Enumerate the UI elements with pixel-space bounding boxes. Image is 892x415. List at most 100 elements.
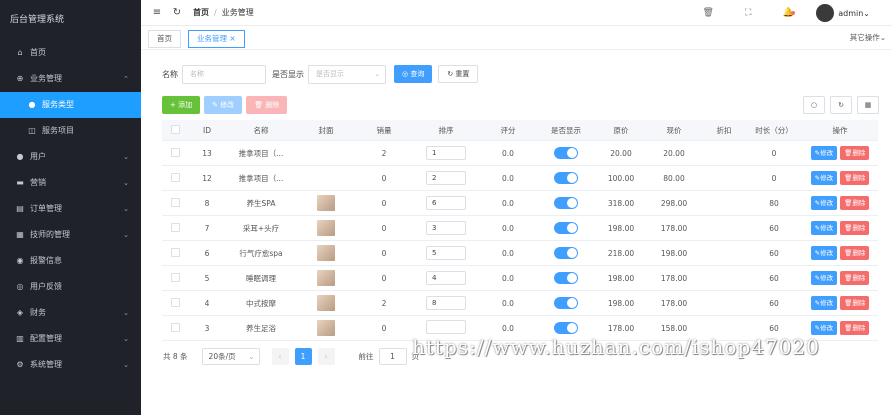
trash-icon[interactable]: 🗑 [688, 8, 728, 18]
sidebar-item-3[interactable]: ◫ 服务项目 [0, 118, 141, 144]
menu-toggle-icon[interactable]: ≡ [147, 7, 167, 18]
sidebar-item-label: 首页 [30, 48, 46, 57]
row-checkbox[interactable] [170, 147, 180, 157]
fullscreen-icon[interactable]: ⛶ [728, 8, 768, 18]
row-edit-button[interactable]: ✎修改 [810, 321, 838, 335]
ticket-icon: ▬ [16, 178, 24, 187]
cell-duration: 80 [769, 198, 779, 208]
tab-business[interactable]: 业务管理 × [188, 29, 245, 48]
edit-button[interactable]: ✎ 修改 [204, 96, 243, 114]
sidebar-item-12[interactable]: ⚙ 系统管理 ⌄ [0, 352, 141, 378]
sort-input[interactable]: 4 [426, 271, 466, 285]
row-delete-button[interactable]: 🗑删除 [840, 146, 870, 160]
sidebar-item-7[interactable]: ▦ 技师的管理 ⌄ [0, 222, 141, 248]
page-size-select[interactable]: 20条/页 ⌄ [201, 347, 260, 365]
row-edit-button[interactable]: ✎修改 [810, 296, 838, 310]
row-checkbox-cell[interactable] [162, 172, 188, 184]
search-toggle-icon[interactable]: ○ [803, 96, 825, 114]
row-edit-button[interactable]: ✎修改 [810, 146, 838, 160]
row-checkbox-cell[interactable] [162, 272, 188, 284]
sort-input[interactable]: 6 [426, 196, 466, 210]
row-edit-button[interactable]: ✎修改 [810, 271, 838, 285]
refresh-table-icon[interactable]: ↻ [830, 96, 852, 114]
columns-icon[interactable]: ▦ [857, 96, 879, 114]
close-icon[interactable]: × [229, 34, 235, 43]
sort-input[interactable] [426, 320, 466, 334]
avatar[interactable] [816, 4, 835, 22]
row-delete-button[interactable]: 🗑删除 [840, 171, 870, 185]
row-checkbox-cell[interactable] [162, 147, 188, 159]
row-checkbox[interactable] [170, 247, 180, 257]
row-checkbox-cell[interactable] [162, 247, 188, 259]
row-checkbox[interactable] [170, 222, 180, 232]
sidebar-item-2[interactable]: ● 服务类型 [0, 92, 141, 118]
add-button[interactable]: + 添加 [162, 96, 201, 114]
row-delete-button[interactable]: 🗑删除 [840, 246, 870, 260]
name-input[interactable]: 名称 [182, 64, 266, 84]
row-checkbox[interactable] [170, 172, 180, 182]
row-checkbox[interactable] [170, 297, 180, 307]
cell-name: 养生SPA [246, 198, 276, 208]
show-toggle[interactable] [554, 297, 578, 309]
show-toggle[interactable] [554, 172, 578, 184]
sidebar-item-8[interactable]: ◉ 报警信息 [0, 248, 141, 274]
show-toggle[interactable] [554, 197, 578, 209]
page-number-current[interactable]: 1 [294, 347, 312, 365]
cell-id: 5 [204, 273, 210, 283]
header-checkbox-cell[interactable] [162, 124, 188, 136]
breadcrumb-home[interactable]: 首页 [193, 8, 209, 17]
show-select[interactable]: 是否显示 ⌄ [308, 64, 386, 84]
next-page-button[interactable]: › [317, 347, 335, 365]
sidebar-item-0[interactable]: ⌂ 首页 [0, 40, 141, 66]
row-delete-button[interactable]: 🗑删除 [840, 271, 870, 285]
row-checkbox[interactable] [170, 322, 180, 332]
show-toggle[interactable] [554, 272, 578, 284]
refresh-icon[interactable]: ↻ [167, 7, 187, 18]
cell-sales: 0 [381, 273, 387, 283]
search-button[interactable]: ◎ 查询 [394, 65, 433, 83]
user-menu[interactable]: admin⌄ [838, 9, 870, 18]
row-edit-button[interactable]: ✎修改 [810, 171, 838, 185]
row-edit-button[interactable]: ✎修改 [810, 221, 838, 235]
row-delete-button[interactable]: 🗑删除 [840, 221, 870, 235]
sort-input[interactable]: 3 [426, 221, 466, 235]
sort-input[interactable]: 5 [426, 246, 466, 260]
goto-page-input[interactable]: 1 [378, 347, 407, 365]
cell-sort: 5 [412, 246, 480, 260]
delete-button[interactable]: 🗑 删除 [246, 96, 288, 114]
show-toggle[interactable] [554, 247, 578, 259]
row-delete-button[interactable]: 🗑删除 [840, 296, 870, 310]
tab-home[interactable]: 首页 [148, 29, 181, 48]
sidebar-item-4[interactable]: ● 用户 ⌄ [0, 144, 141, 170]
sort-input[interactable]: 8 [426, 296, 466, 310]
select-all-checkbox[interactable] [170, 124, 180, 134]
show-toggle[interactable] [554, 322, 578, 334]
prev-page-button[interactable]: ‹ [271, 347, 289, 365]
location-icon: ◉ [16, 256, 24, 265]
row-edit-button[interactable]: ✎修改 [810, 196, 838, 210]
other-operations[interactable]: 其它操作⌄ [850, 32, 886, 43]
row-checkbox-cell[interactable] [162, 197, 188, 209]
sidebar-item-9[interactable]: ◎ 用户反馈 [0, 274, 141, 300]
show-toggle[interactable] [554, 147, 578, 159]
row-delete-button[interactable]: 🗑删除 [840, 196, 870, 210]
row-edit-button[interactable]: ✎修改 [810, 246, 838, 260]
tab-business-label: 业务管理 [197, 33, 227, 43]
row-delete-button[interactable]: 🗑删除 [840, 321, 870, 335]
sidebar-item-1[interactable]: ⊕ 业务管理 ⌃ [0, 66, 141, 92]
cell-sort: 2 [412, 171, 480, 185]
show-toggle[interactable] [554, 222, 578, 234]
row-checkbox[interactable] [170, 272, 180, 282]
reset-button[interactable]: ↻ 重置 [438, 65, 479, 83]
sort-input[interactable]: 2 [426, 171, 466, 185]
row-checkbox-cell[interactable] [162, 297, 188, 309]
sidebar-item-11[interactable]: ▥ 配置管理 ⌄ [0, 326, 141, 352]
bell-icon[interactable]: 🔔 [768, 8, 808, 18]
sidebar-item-6[interactable]: ▤ 订单管理 ⌄ [0, 196, 141, 222]
sidebar-item-5[interactable]: ▬ 营销 ⌄ [0, 170, 141, 196]
row-checkbox[interactable] [170, 197, 180, 207]
row-checkbox-cell[interactable] [162, 322, 188, 334]
sort-input[interactable]: 1 [426, 146, 466, 160]
row-checkbox-cell[interactable] [162, 222, 188, 234]
sidebar-item-10[interactable]: ◈ 财务 ⌄ [0, 300, 141, 326]
